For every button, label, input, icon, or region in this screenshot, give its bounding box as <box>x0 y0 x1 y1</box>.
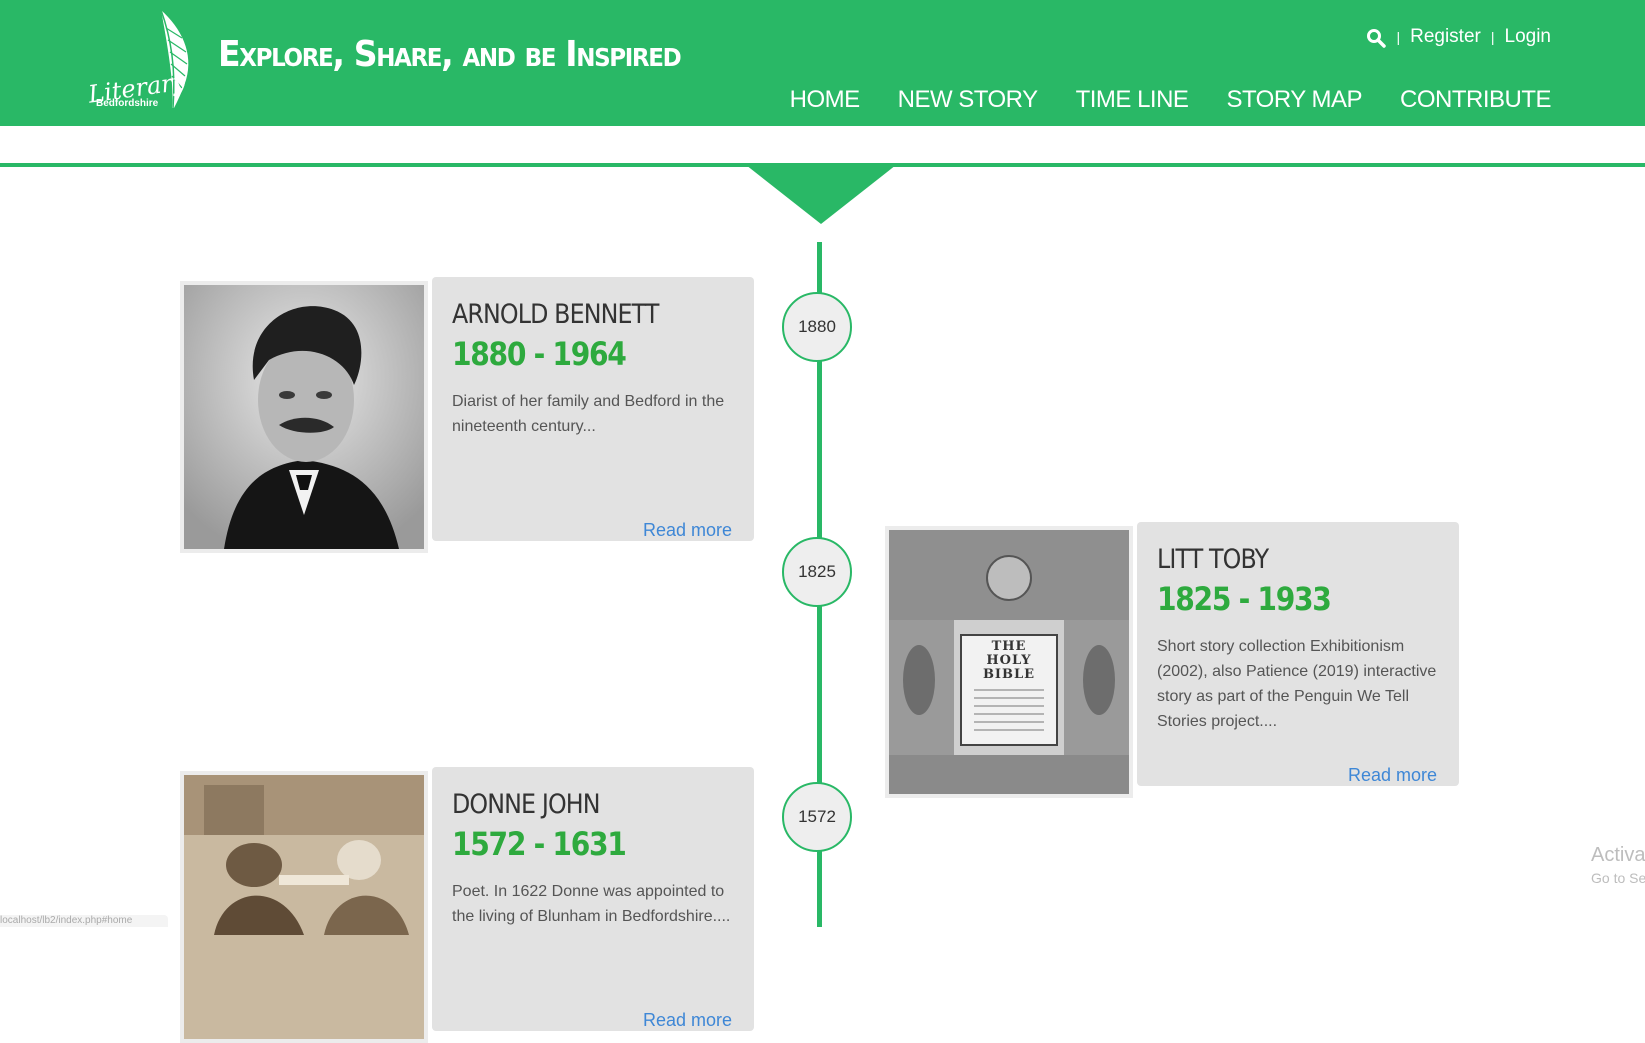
link-separator: | <box>1396 29 1401 45</box>
windows-activation-subtitle: Go to Se <box>1591 870 1645 886</box>
site-header: Literary Bedfordshire Explore, Share, an… <box>0 0 1645 126</box>
nav-home[interactable]: HOME <box>790 86 861 114</box>
sepia-engraving <box>184 775 424 1039</box>
read-more-link[interactable]: Read more <box>1348 765 1437 786</box>
story-description: Short story collection Exhibitionism (20… <box>1157 638 1437 730</box>
nav-story-map[interactable]: STORY MAP <box>1226 86 1362 114</box>
register-link[interactable]: Register <box>1410 26 1481 48</box>
timeline-arrow <box>746 165 896 224</box>
story-image-frame: THE HOLY BIBLE <box>885 526 1133 798</box>
account-links: | Register | Login <box>1366 26 1551 48</box>
story-card-body: ARNOLD BENNETT 1880 - 1964 Diarist of he… <box>432 277 754 541</box>
story-name: ARNOLD BENNETT <box>452 299 659 330</box>
story-name: DONNE JOHN <box>452 789 601 820</box>
story-image-frame <box>180 281 428 553</box>
site-logo[interactable]: Literary Bedfordshire <box>86 8 206 112</box>
story-description: Diarist of her family and Bedford in the… <box>452 393 725 435</box>
story-years: 1572 - 1631 <box>452 825 627 863</box>
nav-time-line[interactable]: TIME LINE <box>1076 86 1189 114</box>
portrait-photo <box>184 285 424 549</box>
read-more-link[interactable]: Read more <box>643 520 732 541</box>
site-tagline: Explore, Share, and be Inspired <box>218 34 682 75</box>
year-marker: 1572 <box>782 782 852 852</box>
year-marker: 1825 <box>782 537 852 607</box>
login-link[interactable]: Login <box>1505 26 1552 48</box>
story-years: 1825 - 1933 <box>1157 580 1332 618</box>
story-years: 1880 - 1964 <box>452 335 627 373</box>
story-name: LITT TOBY <box>1157 544 1269 575</box>
story-card-body: LITT TOBY 1825 - 1933 Short story collec… <box>1137 522 1459 786</box>
read-more-link[interactable]: Read more <box>643 1010 732 1031</box>
bible-title-page: THE HOLY BIBLE <box>889 530 1129 794</box>
logo-sub-text: Bedfordshire <box>96 98 159 109</box>
story-image-frame <box>180 771 428 1043</box>
nav-contribute[interactable]: CONTRIBUTE <box>1400 86 1552 114</box>
search-icon[interactable] <box>1366 28 1387 48</box>
year-marker: 1880 <box>782 292 852 362</box>
status-bar-url: localhost/lb2/index.php#home <box>0 915 168 927</box>
nav-new-story[interactable]: NEW STORY <box>898 86 1038 114</box>
story-card-body: DONNE JOHN 1572 - 1631 Poet. In 1622 Don… <box>432 767 754 1031</box>
story-description: Poet. In 1622 Donne was appointed to the… <box>452 883 731 925</box>
windows-activation-title: Activa <box>1591 844 1645 866</box>
main-nav: HOME NEW STORY TIME LINE STORY MAP CONTR… <box>790 86 1552 114</box>
bible-title-text: THE HOLY BIBLE <box>982 639 1036 682</box>
link-separator: | <box>1490 29 1495 45</box>
